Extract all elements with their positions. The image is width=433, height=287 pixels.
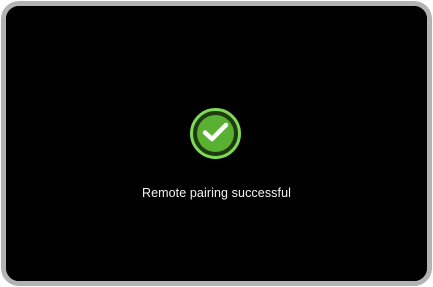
device-frame: Remote pairing successful: [1, 1, 432, 286]
pairing-status-screen: Remote pairing successful: [6, 6, 427, 281]
checkmark-circle-icon: [190, 108, 241, 159]
checkmark-icon: [202, 122, 229, 142]
pairing-status-message: Remote pairing successful: [141, 186, 292, 200]
